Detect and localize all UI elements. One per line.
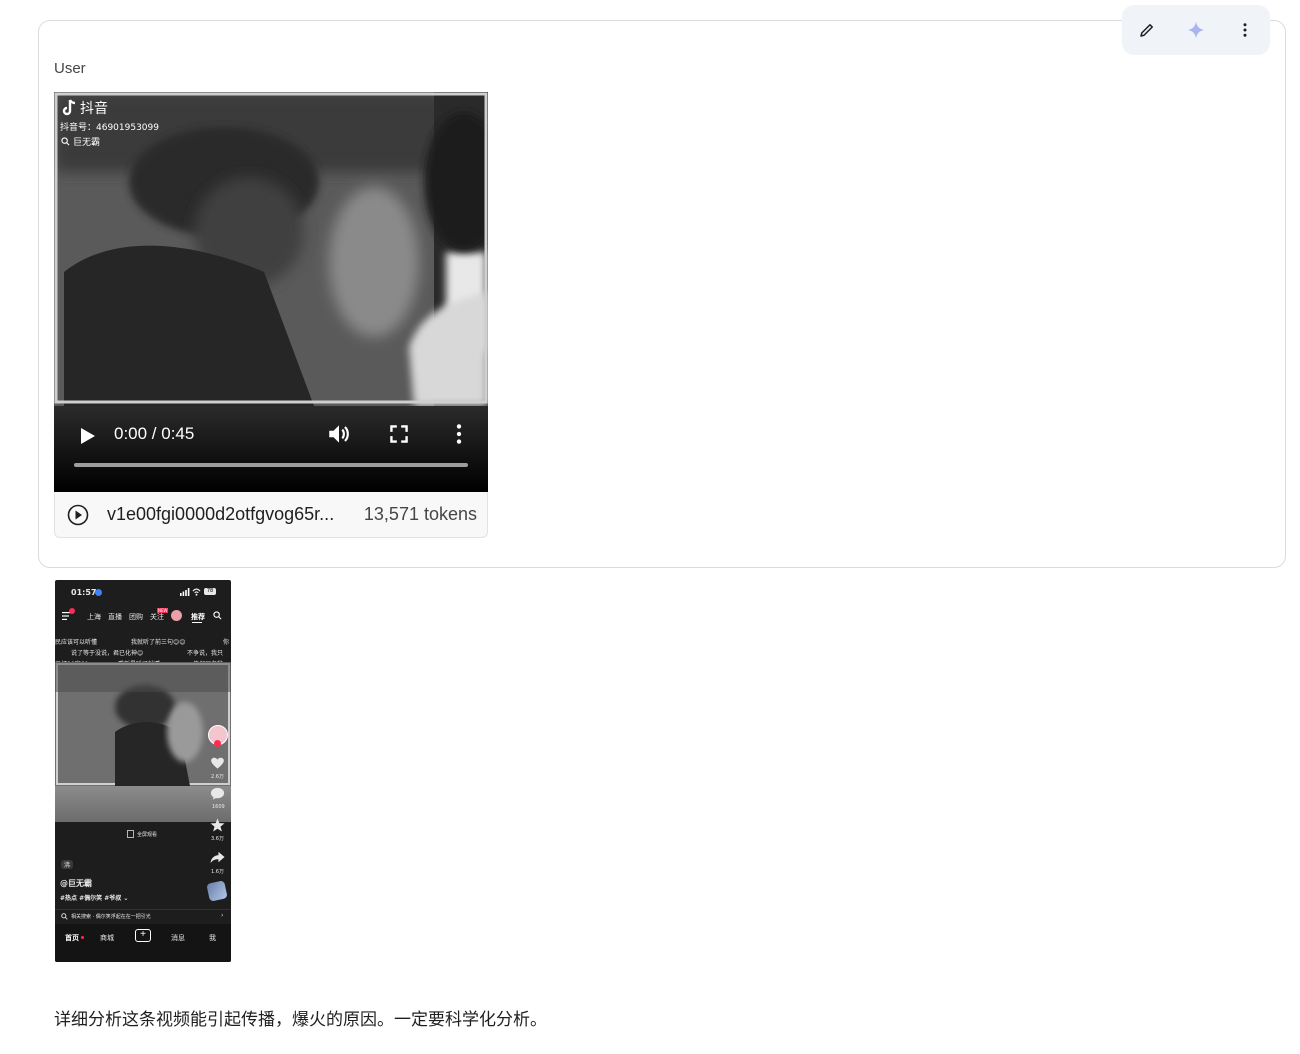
- video-frame-image: [54, 92, 488, 406]
- file-name: v1e00fgi0000d2otfgvog65r...: [107, 504, 335, 524]
- watermark-search-text: 巨无霸: [73, 138, 101, 148]
- menu-badge: [69, 608, 75, 614]
- video-controls: 0:00 / 0:45: [54, 406, 488, 492]
- role-label: User: [54, 60, 86, 77]
- watermark-id: 抖音号：46901953099: [60, 123, 159, 133]
- bottom-nav: 首页 商城 + 消息 我: [55, 924, 231, 962]
- nav-messages[interactable]: 消息: [171, 933, 185, 943]
- video-attachment: 抖音 抖音号：46901953099 巨无霸 0:00 / 0:45 v1e00…: [54, 92, 488, 538]
- fullscreen-icon[interactable]: [386, 421, 412, 447]
- danmaku-comment: 民应该可以听懂: [55, 639, 98, 646]
- douyin-watermark: 抖音: [61, 98, 108, 118]
- screenshot-video-frame: [55, 662, 231, 786]
- more-vert-icon[interactable]: [446, 421, 472, 447]
- search-icon: [61, 913, 68, 920]
- tab-group-buy[interactable]: 团购: [129, 612, 143, 622]
- heart-icon[interactable]: [210, 756, 225, 770]
- status-time: 01:57: [71, 588, 97, 597]
- play-circle-icon[interactable]: [67, 504, 89, 526]
- danmaku-comment: 说了等于没说，君已化神😊: [71, 650, 144, 657]
- edit-icon: [1139, 24, 1153, 37]
- create-button[interactable]: +: [135, 929, 151, 942]
- gemini-button[interactable]: [1178, 12, 1214, 48]
- user-prompt-text: 详细分析这条视频能引起传播，爆火的原因。一定要科学化分析。: [54, 1010, 547, 1030]
- comment-count: 1609: [212, 804, 225, 810]
- video-time: 0:00 / 0:45: [114, 424, 195, 443]
- rotate-screen-icon: [127, 830, 134, 838]
- search-icon[interactable]: [213, 611, 222, 620]
- tiktok-logo-icon: [62, 99, 76, 116]
- tab-follow[interactable]: 关注: [150, 612, 164, 622]
- video-progress-bar[interactable]: [74, 463, 468, 467]
- star-icon[interactable]: [210, 818, 225, 832]
- tab-recommend[interactable]: 推荐: [191, 612, 205, 622]
- comment-icon[interactable]: [210, 787, 225, 801]
- edit-button[interactable]: [1129, 12, 1165, 48]
- tab-live[interactable]: 直播: [108, 612, 122, 622]
- signal-icon: [180, 588, 190, 596]
- volume-icon[interactable]: [326, 421, 352, 447]
- nav-mall[interactable]: 商城: [100, 933, 114, 943]
- danmaku-comment: 我就听了前三句😊😊: [131, 639, 186, 646]
- avatar[interactable]: [171, 610, 182, 621]
- favorite-count: 3.6万: [211, 836, 224, 842]
- image-attachment-screenshot[interactable]: 01:57 78 上海 直播 团购 关注 NEW 推荐 民应该可以听懂 我就听了…: [55, 580, 231, 962]
- turn-actions-toolbar: [1122, 5, 1270, 55]
- watermark-search: 巨无霸: [61, 135, 100, 148]
- active-tab-underline: [192, 622, 202, 623]
- nav-home[interactable]: 首页: [65, 933, 79, 943]
- fullscreen-watch-label: 全屏观看: [137, 831, 158, 838]
- status-dot: [95, 589, 102, 596]
- token-count: 13,571 tokens: [363, 504, 477, 524]
- follow-plus-button[interactable]: [214, 740, 221, 747]
- hashtags[interactable]: #热点 #偶尔笑 #爷叔 ⌄: [60, 893, 128, 902]
- danmaku-comment: 不争说，我只: [187, 650, 224, 657]
- watermark-app-name: 抖音: [80, 100, 108, 116]
- author-name[interactable]: @巨无霸: [60, 878, 92, 889]
- play-icon[interactable]: [76, 425, 98, 447]
- chevron-right-icon: ›: [221, 912, 224, 919]
- share-count: 1.6万: [211, 869, 224, 875]
- more-vert-icon: [1243, 23, 1247, 37]
- search-icon: [61, 137, 70, 146]
- video-player[interactable]: 抖音 抖音号：46901953099 巨无霸 0:00 / 0:45: [54, 92, 488, 492]
- author-badge: 沸: [61, 860, 74, 869]
- like-count: 2.6万: [211, 774, 224, 780]
- related-search-bar[interactable]: 相关搜索 · 偶尔笑浮起在在一把引光 ›: [55, 909, 231, 925]
- nav-me[interactable]: 我: [209, 933, 216, 943]
- wifi-icon: [192, 588, 201, 596]
- screenshot-video-lower: [55, 786, 231, 822]
- related-search-text: 相关搜索 · 偶尔笑浮起在在一把引光: [71, 914, 151, 920]
- sparkle-icon: [1187, 21, 1205, 39]
- music-disc-icon[interactable]: [206, 880, 228, 902]
- battery-indicator: 78: [204, 588, 216, 595]
- file-info-bar: v1e00fgi0000d2otfgvog65r... 13,571 token…: [54, 492, 488, 538]
- fullscreen-watch-button[interactable]: 全屏观看: [127, 830, 157, 838]
- follow-new-badge: NEW: [157, 608, 169, 613]
- more-options-button[interactable]: [1227, 12, 1263, 48]
- share-icon[interactable]: [210, 851, 225, 864]
- tab-shanghai[interactable]: 上海: [87, 612, 101, 622]
- home-dot: [81, 936, 84, 939]
- danmaku-comment: 你: [223, 639, 230, 646]
